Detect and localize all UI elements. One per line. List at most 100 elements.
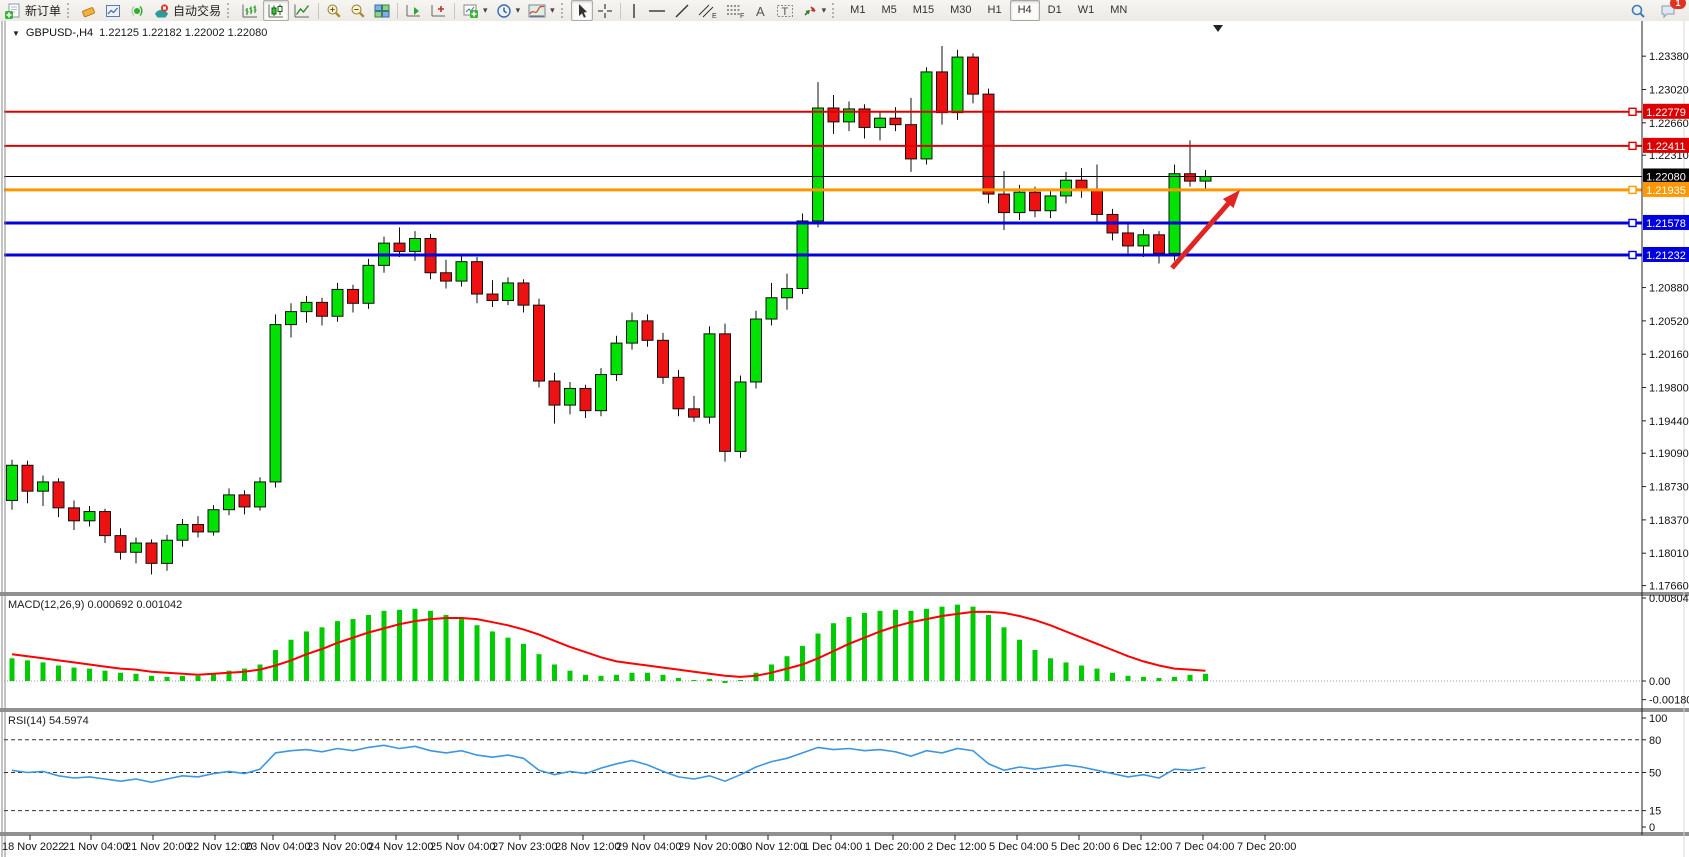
price-chart[interactable]: 1.233801.230201.226601.223101.208801.205… bbox=[0, 21, 1689, 857]
price-badge: 1.22080 bbox=[1643, 168, 1689, 183]
new-chart-dropdown[interactable] bbox=[458, 0, 492, 21]
macd-indicator-label: MACD(12,26,9) 0.000692 0.001042 bbox=[8, 599, 182, 611]
trendline-icon bbox=[674, 3, 690, 19]
zoom-out-button[interactable] bbox=[346, 0, 370, 21]
svg-text:22 Nov 12:00: 22 Nov 12:00 bbox=[187, 841, 252, 853]
indicators-dropdown[interactable] bbox=[524, 0, 559, 21]
fibonacci-tool[interactable]: F bbox=[722, 0, 750, 21]
price-badge: 1.21232 bbox=[1643, 247, 1689, 262]
chart-shift-button[interactable] bbox=[426, 0, 451, 21]
timeframe-h1[interactable]: H1 bbox=[980, 0, 1010, 21]
arrows-icon bbox=[802, 3, 818, 19]
zoom-in-icon bbox=[326, 3, 342, 19]
toolbar-drag-handle[interactable] bbox=[832, 3, 838, 18]
svg-text:28 Nov 12:00: 28 Nov 12:00 bbox=[555, 841, 620, 853]
svg-text:5 Dec 20:00: 5 Dec 20:00 bbox=[1051, 841, 1110, 853]
timeframe-m1[interactable]: M1 bbox=[842, 0, 873, 21]
symbol-period-label: GBPUSD-,H4 bbox=[26, 27, 93, 39]
svg-text:1 Dec 04:00: 1 Dec 04:00 bbox=[803, 841, 862, 853]
svg-text:25 Nov 04:00: 25 Nov 04:00 bbox=[430, 841, 495, 853]
autotrading-button[interactable]: 自动交易 bbox=[149, 0, 225, 21]
notifications-button[interactable]: 1 bbox=[1656, 0, 1681, 21]
svg-text:1.22080: 1.22080 bbox=[1646, 171, 1686, 183]
price-badge: 1.22411 bbox=[1643, 138, 1689, 153]
toolbar-separator bbox=[620, 3, 621, 19]
text-label-tool[interactable]: T bbox=[772, 0, 798, 21]
chart-window: 1.233801.230201.226601.223101.208801.205… bbox=[0, 21, 1689, 857]
cursor-icon bbox=[575, 3, 589, 19]
auto-scroll-icon bbox=[405, 3, 422, 19]
chart-window-button[interactable] bbox=[101, 0, 125, 21]
svg-text:1.18730: 1.18730 bbox=[1649, 482, 1689, 494]
zoom-in-button[interactable] bbox=[322, 0, 346, 21]
autotrading-icon bbox=[153, 3, 170, 19]
svg-text:1.20880: 1.20880 bbox=[1649, 283, 1689, 295]
trendline-tool[interactable] bbox=[670, 0, 694, 21]
svg-text:23 Nov 20:00: 23 Nov 20:00 bbox=[307, 841, 372, 853]
svg-text:E: E bbox=[712, 13, 717, 19]
signal-button[interactable] bbox=[125, 0, 149, 21]
timeframe-mn[interactable]: MN bbox=[1102, 0, 1135, 21]
toolbar: 新订单 自动交易 bbox=[0, 0, 1689, 22]
autotrading-label: 自动交易 bbox=[173, 2, 221, 19]
svg-text:29 Nov 20:00: 29 Nov 20:00 bbox=[678, 841, 743, 853]
text-icon: A bbox=[754, 3, 768, 19]
timeframe-w1[interactable]: W1 bbox=[1070, 0, 1103, 21]
cursor-tool-button[interactable] bbox=[571, 0, 593, 21]
text-label-icon: T bbox=[776, 3, 794, 19]
svg-text:23 Nov 04:00: 23 Nov 04:00 bbox=[245, 841, 310, 853]
level-anchor-square bbox=[1629, 186, 1636, 193]
timeframe-m30[interactable]: M30 bbox=[942, 0, 979, 21]
new-order-icon bbox=[4, 3, 22, 19]
svg-text:1.23020: 1.23020 bbox=[1649, 84, 1689, 96]
search-button[interactable] bbox=[1626, 0, 1650, 21]
crosshair-tool-button[interactable] bbox=[593, 0, 617, 21]
timeframe-d1[interactable]: D1 bbox=[1040, 0, 1070, 21]
svg-text:1.22660: 1.22660 bbox=[1649, 118, 1689, 130]
bar-chart-mode-button[interactable] bbox=[237, 0, 263, 21]
toolbar-separator bbox=[454, 3, 455, 19]
timeframe-m5[interactable]: M5 bbox=[873, 0, 904, 21]
svg-text:1.19440: 1.19440 bbox=[1649, 416, 1689, 428]
signal-icon bbox=[129, 3, 145, 19]
vertical-line-tool[interactable] bbox=[624, 0, 644, 21]
tile-windows-icon bbox=[374, 3, 390, 19]
svg-text:1.22779: 1.22779 bbox=[1646, 107, 1686, 119]
toolbar-drag-handle[interactable] bbox=[561, 3, 567, 18]
svg-text:21 Nov 04:00: 21 Nov 04:00 bbox=[63, 841, 128, 853]
price-badge: 1.22779 bbox=[1643, 104, 1689, 119]
timeframe-m15[interactable]: M15 bbox=[905, 0, 942, 21]
highlighter-button[interactable] bbox=[77, 0, 101, 21]
svg-text:50: 50 bbox=[1649, 768, 1661, 780]
notification-badge: 1 bbox=[1670, 0, 1686, 9]
auto-scroll-button[interactable] bbox=[401, 0, 426, 21]
chart-title: ▼ GBPUSD-,H4 1.22125 1.22182 1.22002 1.2… bbox=[12, 27, 267, 39]
toolbar-drag-handle[interactable] bbox=[67, 3, 73, 18]
line-chart-mode-button[interactable] bbox=[289, 0, 315, 21]
equidistant-channel-tool[interactable]: E bbox=[694, 0, 722, 21]
svg-text:1 Dec 20:00: 1 Dec 20:00 bbox=[865, 841, 924, 853]
text-tool[interactable]: A bbox=[750, 0, 772, 21]
timeframe-h4[interactable]: H4 bbox=[1010, 0, 1040, 21]
candlestick-mode-button[interactable] bbox=[263, 0, 289, 21]
svg-text:80: 80 bbox=[1649, 735, 1661, 747]
tile-windows-button[interactable] bbox=[370, 0, 394, 21]
arrows-dropdown[interactable] bbox=[798, 0, 831, 21]
svg-text:1.21578: 1.21578 bbox=[1646, 218, 1686, 230]
new-order-button[interactable]: 新订单 bbox=[0, 0, 65, 21]
line-chart-icon bbox=[293, 3, 311, 19]
svg-text:1.20520: 1.20520 bbox=[1649, 316, 1689, 328]
highlighter-icon bbox=[81, 3, 97, 19]
level-anchor-square bbox=[1629, 108, 1636, 115]
svg-text:1.20160: 1.20160 bbox=[1649, 349, 1689, 361]
profiles-dropdown[interactable] bbox=[492, 0, 525, 21]
svg-text:1.22411: 1.22411 bbox=[1647, 141, 1686, 153]
symbol-dropdown-caret[interactable]: ▼ bbox=[12, 29, 20, 38]
svg-text:A: A bbox=[756, 4, 765, 19]
svg-text:6 Dec 12:00: 6 Dec 12:00 bbox=[1113, 841, 1172, 853]
horizontal-line-tool[interactable] bbox=[644, 0, 670, 21]
ohlc-values: 1.22125 1.22182 1.22002 1.22080 bbox=[99, 27, 267, 39]
toolbar-drag-handle[interactable] bbox=[227, 3, 233, 18]
svg-text:0: 0 bbox=[1649, 822, 1655, 834]
svg-text:1.19800: 1.19800 bbox=[1649, 383, 1689, 395]
